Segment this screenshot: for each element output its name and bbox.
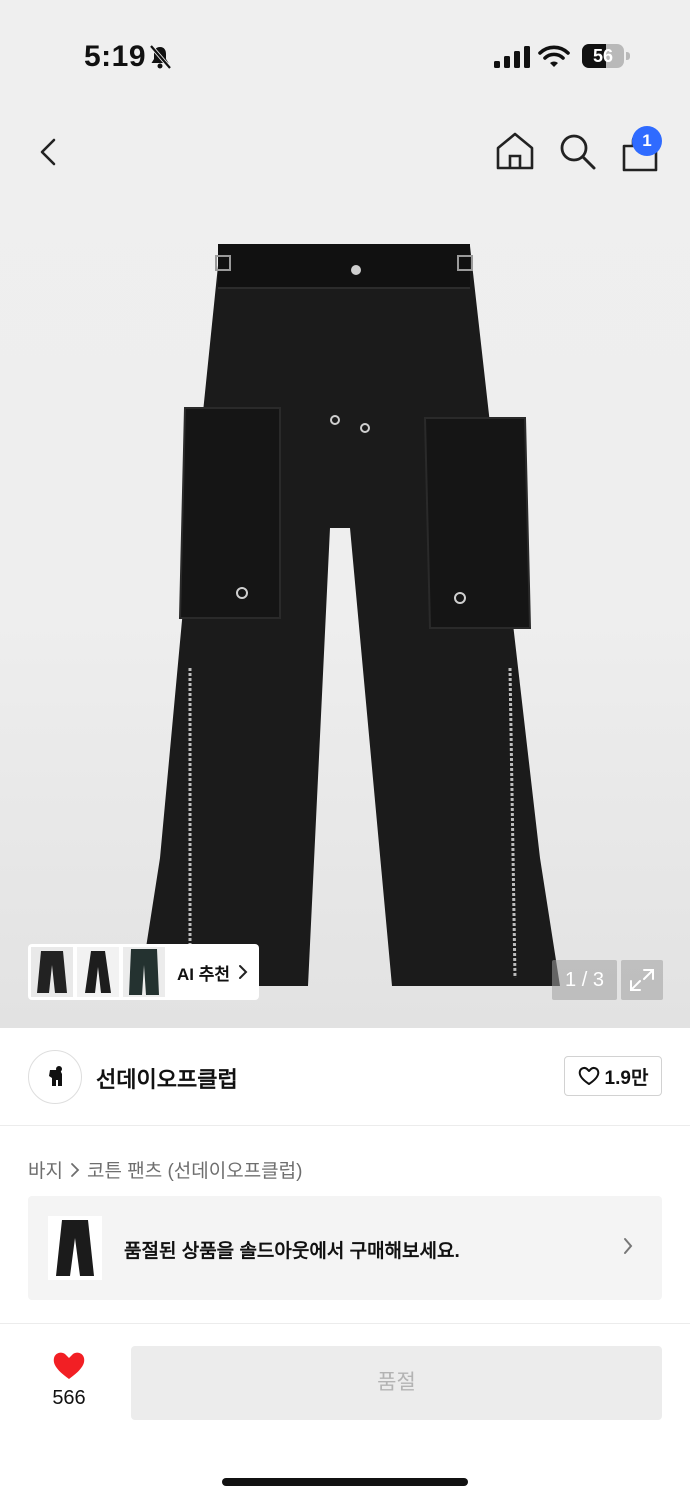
soldout-promo-text: 품절된 상품을 솔드아웃에서 구매해보세요.: [124, 1241, 460, 1262]
product-gallery[interactable]: 1 AI 추천 1 / 3: [0, 110, 690, 1028]
heart-outline-icon: [578, 1066, 599, 1085]
breadcrumb: 바지 코튼 팬츠 (선데이오프클럽): [28, 1156, 302, 1183]
search-icon[interactable]: [556, 130, 598, 172]
breadcrumb-product[interactable]: 코튼 팬츠 (선데이오프클럽): [87, 1156, 303, 1183]
brand-like-button[interactable]: 1.9만: [564, 1056, 662, 1096]
soldout-promo-card[interactable]: 품절된 상품을 솔드아웃에서 구매해보세요.: [28, 1196, 662, 1300]
wifi-icon: [538, 45, 570, 67]
status-time: 5:19: [84, 40, 147, 73]
home-indicator: [222, 1478, 468, 1486]
chevron-right-icon: [71, 1162, 80, 1177]
ai-thumb: [31, 947, 73, 997]
home-icon[interactable]: [494, 130, 536, 172]
product-image-cargo-pants: [140, 244, 560, 986]
chevron-right-icon: [624, 1238, 633, 1254]
back-icon[interactable]: [30, 132, 70, 172]
ai-recommend-label: AI 추천: [177, 964, 231, 984]
brand-like-count: 1.9만: [604, 1067, 649, 1089]
brand-name[interactable]: 선데이오프클럽: [96, 1062, 238, 1094]
bell-slash-icon: [149, 44, 172, 70]
image-page-counter: 1 / 3: [552, 960, 617, 1000]
chevron-right-icon: [239, 965, 248, 979]
ai-thumb: [77, 947, 119, 997]
expand-icon[interactable]: [621, 960, 663, 1000]
heart-filled-icon: [53, 1352, 85, 1379]
wish-button[interactable]: 566: [40, 1346, 98, 1416]
status-bar: 5:19 56: [0, 0, 690, 110]
cart-count-badge: 1: [632, 126, 662, 156]
signal-icon: [494, 46, 530, 68]
breadcrumb-category[interactable]: 바지: [28, 1156, 63, 1183]
ai-recommend-button[interactable]: AI 추천: [28, 944, 259, 1000]
wish-count: 566: [52, 1387, 86, 1409]
ai-thumb: [123, 947, 165, 997]
soldout-status-button: 품절: [131, 1346, 662, 1420]
soldout-thumbnail: [48, 1216, 102, 1280]
brand-row: 선데이오프클럽 1.9만: [0, 1028, 690, 1126]
divider: [0, 1323, 690, 1324]
battery-level: 56: [592, 46, 614, 66]
battery-icon: 56: [582, 44, 630, 68]
brand-logo[interactable]: [28, 1050, 82, 1104]
